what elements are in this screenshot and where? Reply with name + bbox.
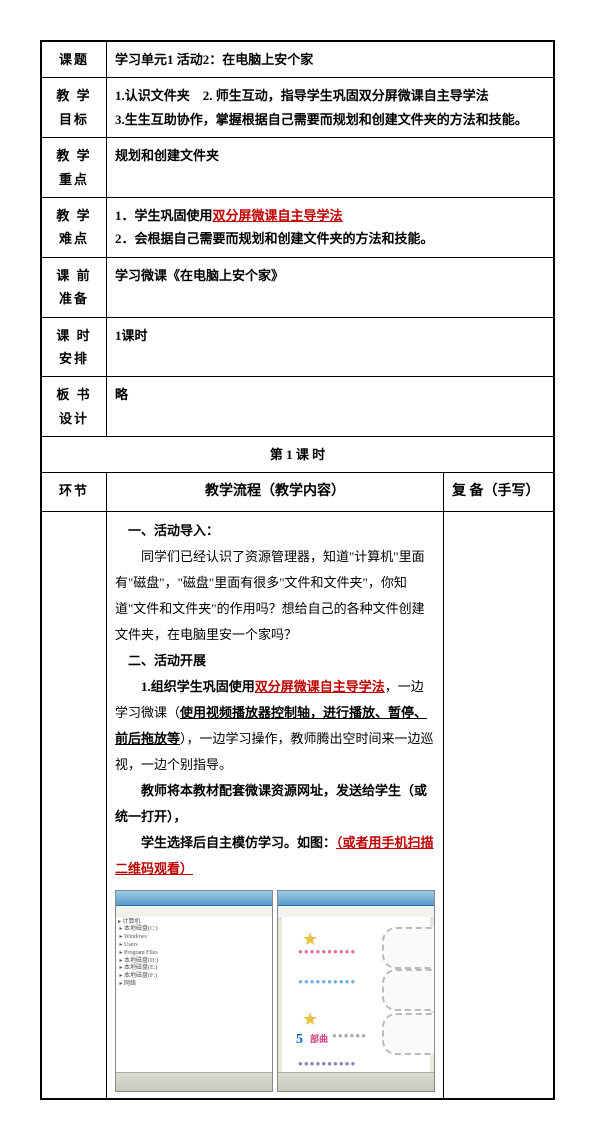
screenshot-row: ▸ 计算机 ▸ 本地磁盘(C:) ▸ Windows ▸ Users ▸ Pro… <box>115 890 435 1092</box>
row-goal-label: 教 学目标 <box>41 78 107 138</box>
course-taskbar <box>278 1072 434 1091</box>
flow-stage-cell <box>41 511 107 1099</box>
content-h1: 一、活动导入： <box>115 518 435 544</box>
screenshot-course: ★ ●●●●●●●●●● ●●●●●●●●●● ★ 5 部曲 ●●●●●● ●●… <box>277 890 435 1092</box>
dots-4: ●●●●●●●●●● <box>298 1057 356 1071</box>
row-prep-label: 课 前准备 <box>41 257 107 317</box>
explorer-tree: ▸ 计算机 ▸ 本地磁盘(C:) ▸ Windows ▸ Users ▸ Pro… <box>116 917 191 1073</box>
dots-1: ●●●●●●●●●● <box>298 945 356 959</box>
p2b: 双分屏微课自主导学法 <box>255 679 385 694</box>
cloud-3 <box>382 1013 435 1055</box>
diff-line1b: 双分屏微课自主导学法 <box>213 208 343 223</box>
goal-line1b: 2. 师生互动，指导学生巩固双分屏微课自主导学法 <box>203 88 489 103</box>
explorer-taskbar <box>116 1072 272 1091</box>
section-header: 第 1 课 时 <box>41 437 554 473</box>
dots-2: ●●●●●●●●●● <box>298 975 356 989</box>
row-goal-value: 1.认识文件夹 2. 师生互动，指导学生巩固双分屏微课自主导学法 3.生生互助协… <box>107 78 555 138</box>
num-5: 5 <box>296 1027 303 1052</box>
screenshot-explorer: ▸ 计算机 ▸ 本地磁盘(C:) ▸ Windows ▸ Users ▸ Pro… <box>115 890 273 1092</box>
content-p2: 1.组织学生巩固使用双分屏微课自主导学法，一边学习微课（使用视频播放器控制轴，进… <box>115 674 435 778</box>
diff-line1a: 1．学生巩固使用 <box>115 208 213 223</box>
content-p4: 学生选择后自主模仿学习。如图：（或者用手机扫描二维码观看） <box>115 830 435 882</box>
row-board-value: 略 <box>107 377 555 437</box>
row-diff-label: 教 学难点 <box>41 197 107 257</box>
row-diff-value: 1．学生巩固使用双分屏微课自主导学法 2．会根据自己需要而规划和创建文件夹的方法… <box>107 197 555 257</box>
course-titlebar <box>278 891 434 906</box>
flow-notes-cell <box>444 511 555 1099</box>
cloud-2 <box>382 969 435 1011</box>
content-p3: 教师将本教材配套微课资源网址，发送给学生（或统一打开）， <box>115 778 435 830</box>
course-canvas: ★ ●●●●●●●●●● ●●●●●●●●●● ★ 5 部曲 ●●●●●● ●●… <box>282 917 430 1073</box>
row-board-label: 板 书设计 <box>41 377 107 437</box>
flow-col2-label: 教学流程（教学内容） <box>107 473 444 511</box>
p4a: 学生选择后自主模仿学习。如图： <box>141 835 336 850</box>
row-key-label: 教 学重点 <box>41 138 107 198</box>
cloud-1 <box>382 927 435 969</box>
flow-col1-label: 环节 <box>41 473 107 511</box>
flow-col3-label: 复 备（手写） <box>444 473 555 511</box>
row-time-label: 课 时安排 <box>41 317 107 377</box>
goal-line1a: 1.认识文件夹 <box>115 88 190 103</box>
flow-content-cell: 一、活动导入： 同学们已经认识了资源管理器，知道"计算机"里面有"磁盘"，"磁盘… <box>107 511 444 1099</box>
lesson-plan-table: 课题 学习单元1 活动2：在电脑上安个家 教 学目标 1.认识文件夹 2. 师生… <box>40 40 555 1100</box>
explorer-pane <box>186 917 272 1073</box>
p2a: 1.组织学生巩固使用 <box>141 679 255 694</box>
diff-line2: 2．会根据自己需要而规划和创建文件夹的方法和技能。 <box>115 231 434 246</box>
row-prep-value: 学习微课《在电脑上安个家》 <box>107 257 555 317</box>
explorer-titlebar <box>116 891 272 906</box>
row-time-value: 1课时 <box>107 317 555 377</box>
num-suffix: 部曲 <box>310 1031 328 1047</box>
dots-3: ●●●●●● <box>332 1029 367 1043</box>
row-key-value: 规划和创建文件夹 <box>107 138 555 198</box>
goal-line2: 3.生生互助协作，掌握根据自己需要而规划和创建文件夹的方法和技能。 <box>115 112 528 127</box>
row-topic-label: 课题 <box>41 41 107 78</box>
content-p1: 同学们已经认识了资源管理器，知道"计算机"里面有"磁盘"，"磁盘"里面有很多"文… <box>115 544 435 648</box>
content-h2: 二、活动开展 <box>115 648 435 674</box>
row-topic-value: 学习单元1 活动2：在电脑上安个家 <box>107 41 555 78</box>
